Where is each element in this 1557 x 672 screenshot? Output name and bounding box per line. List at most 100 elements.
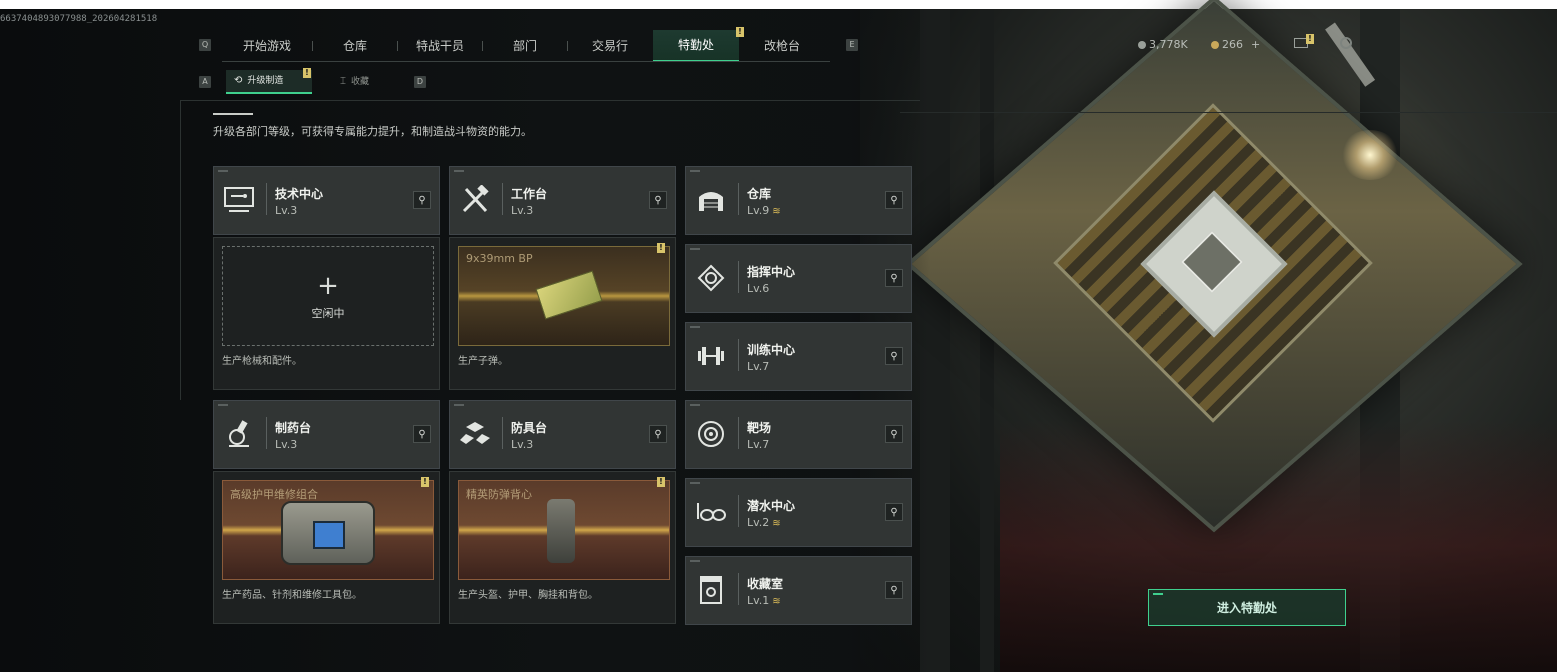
facility-card-storage[interactable]: 仓库 Lv.9 ≋ ⚲ <box>685 166 912 235</box>
dumbbell-icon <box>694 339 728 373</box>
production-slot-idle[interactable]: + 空闲中 <box>222 246 434 346</box>
subnav-next-key[interactable]: D <box>414 76 426 88</box>
facility-level: Lv.1 ≋ <box>747 594 781 607</box>
slot-status: 空闲中 <box>311 307 345 320</box>
production-slot-item[interactable]: 精英防弹背心 ! <box>458 477 670 580</box>
vault-icon <box>694 573 728 607</box>
facility-card-workbench[interactable]: 工作台 Lv.3 ⚲ <box>449 166 676 235</box>
search-icon[interactable]: ⚲ <box>413 191 431 209</box>
add-icon: + <box>317 271 339 301</box>
computer-icon <box>222 183 256 217</box>
item-alert-badge: ! <box>657 243 665 253</box>
subtab-collection-label: 收藏 <box>351 77 370 87</box>
target-icon <box>694 417 728 451</box>
production-caption: 生产枪械和配件。 <box>222 356 302 367</box>
frame-line <box>180 100 181 400</box>
production-slot-item[interactable]: 高级护甲维修组合 ! <box>222 477 434 580</box>
tab-operators[interactable]: 特战干员 <box>398 31 482 61</box>
facility-card-range[interactable]: 靶场 Lv.7 ⚲ <box>685 400 912 469</box>
currency-tri-value: 266 <box>1222 38 1243 51</box>
upgrade-available-icon: ≋ <box>772 518 781 529</box>
facility-name: 工作台 <box>511 187 548 201</box>
tab-trade[interactable]: 交易行 <box>568 31 652 61</box>
facility-card-armor[interactable]: 防具台 Lv.3 ⚲ <box>449 400 676 469</box>
search-icon[interactable]: ⚲ <box>885 503 903 521</box>
tab-special-ops-badge: ! <box>736 27 744 37</box>
search-icon[interactable]: ⚲ <box>649 191 667 209</box>
page-description: 升级各部门等级，可获得专属能力提升，和制造战斗物资的能力。 <box>213 125 532 138</box>
facility-name: 潜水中心 <box>747 499 796 513</box>
session-watermark: 6637404893077988_202604281518 <box>0 14 158 24</box>
subtab-collection[interactable]: ⌶ 收藏 <box>332 70 402 94</box>
garage-icon <box>694 183 728 217</box>
production-caption: 生产子弹。 <box>458 356 508 367</box>
search-icon[interactable]: ⚲ <box>885 269 903 287</box>
facility-level: Lv.3 <box>511 204 534 217</box>
facility-name: 训练中心 <box>747 343 796 357</box>
production-panel-armor[interactable]: 精英防弹背心 ! 生产头盔、护甲、胸挂和背包。 <box>449 471 676 624</box>
facility-card-tech-center[interactable]: 技术中心 Lv.3 ⚲ <box>213 166 440 235</box>
facility-level: Lv.2 ≋ <box>747 516 781 529</box>
facility-card-pharmacy[interactable]: 制药台 Lv.3 ⚲ <box>213 400 440 469</box>
frame-line <box>900 112 1557 113</box>
facility-name: 收藏室 <box>747 577 784 591</box>
facility-card-diving[interactable]: 潜水中心 Lv.2 ≋ ⚲ <box>685 478 912 547</box>
mail-badge: ! <box>1306 34 1314 44</box>
tab-departments[interactable]: 部门 <box>483 31 567 61</box>
currency-tri[interactable]: 266 + <box>1211 38 1260 51</box>
facility-name: 仓库 <box>747 187 772 201</box>
currency-hafu[interactable]: 3,778K <box>1138 38 1188 51</box>
facility-level: Lv.3 <box>275 204 298 217</box>
subtab-upgrade-badge: ! <box>303 68 311 78</box>
facility-name: 防具台 <box>511 421 548 435</box>
facility-card-training[interactable]: 训练中心 Lv.7 ⚲ <box>685 322 912 391</box>
main-nav: 开始游戏 仓库 特战干员 部门 交易行 特勤处 改枪台 <box>222 30 824 62</box>
nav-next-key[interactable]: E <box>846 39 858 51</box>
nav-prev-key[interactable]: Q <box>199 39 211 51</box>
facility-card-collection[interactable]: 收藏室 Lv.1 ≋ ⚲ <box>685 556 912 625</box>
search-icon[interactable]: ⚲ <box>649 425 667 443</box>
production-panel-pharmacy[interactable]: 高级护甲维修组合 ! 生产药品、针剂和维修工具包。 <box>213 471 440 624</box>
top-strip <box>0 0 1557 9</box>
description-bar <box>213 113 253 115</box>
search-icon[interactable]: ⚲ <box>885 191 903 209</box>
armor-icon <box>458 417 492 451</box>
tab-gunsmith[interactable]: 改枪台 <box>740 31 824 61</box>
currency-hafu-value: 3,778K <box>1149 38 1188 51</box>
tab-special-ops[interactable]: 特勤处 <box>653 30 739 62</box>
item-name: 9x39mm BP <box>466 252 533 265</box>
facility-level: Lv.3 <box>511 438 534 451</box>
search-icon[interactable]: ⚲ <box>885 581 903 599</box>
production-caption: 生产药品、针剂和维修工具包。 <box>222 590 362 601</box>
subtab-upgrade-craft[interactable]: ⟲ 升级制造 <box>226 70 312 94</box>
item-alert-badge: ! <box>421 477 429 487</box>
upgrade-available-icon: ≋ <box>772 596 781 607</box>
subnav-prev-key[interactable]: A <box>199 76 211 88</box>
item-name: 高级护甲维修组合 <box>230 488 318 501</box>
frame-line <box>180 100 920 101</box>
tab-warehouse[interactable]: 仓库 <box>313 31 397 61</box>
production-panel-tech-center[interactable]: + 空闲中 生产枪械和配件。 <box>213 237 440 390</box>
facility-level: Lv.7 <box>747 438 770 451</box>
search-icon[interactable]: ⚲ <box>413 425 431 443</box>
item-alert-badge: ! <box>657 477 665 487</box>
production-panel-workbench[interactable]: 9x39mm BP ! 生产子弹。 <box>449 237 676 390</box>
facility-level: Lv.7 <box>747 360 770 373</box>
production-slot-item[interactable]: 9x39mm BP ! <box>458 243 670 346</box>
enter-special-ops-button[interactable]: 进入特勤处 <box>1148 589 1346 626</box>
facility-name: 制药台 <box>275 421 312 435</box>
microscope-icon <box>222 417 256 451</box>
add-currency-button[interactable]: + <box>1251 38 1260 51</box>
facility-level: Lv.3 <box>275 438 298 451</box>
search-icon[interactable]: ⚲ <box>885 425 903 443</box>
enter-special-ops-label: 进入特勤处 <box>1216 601 1277 615</box>
search-icon[interactable]: ⚲ <box>885 347 903 365</box>
facility-name: 靶场 <box>747 421 772 435</box>
ammo-box-image <box>535 270 603 320</box>
facility-level: Lv.9 ≋ <box>747 204 781 217</box>
upgrade-icon: ⟲ <box>234 75 243 86</box>
settings-gear-icon[interactable] <box>1340 37 1352 49</box>
facility-card-command[interactable]: 指挥中心 Lv.6 ⚲ <box>685 244 912 313</box>
nav-underline <box>222 61 830 62</box>
tab-start-game[interactable]: 开始游戏 <box>222 31 312 61</box>
